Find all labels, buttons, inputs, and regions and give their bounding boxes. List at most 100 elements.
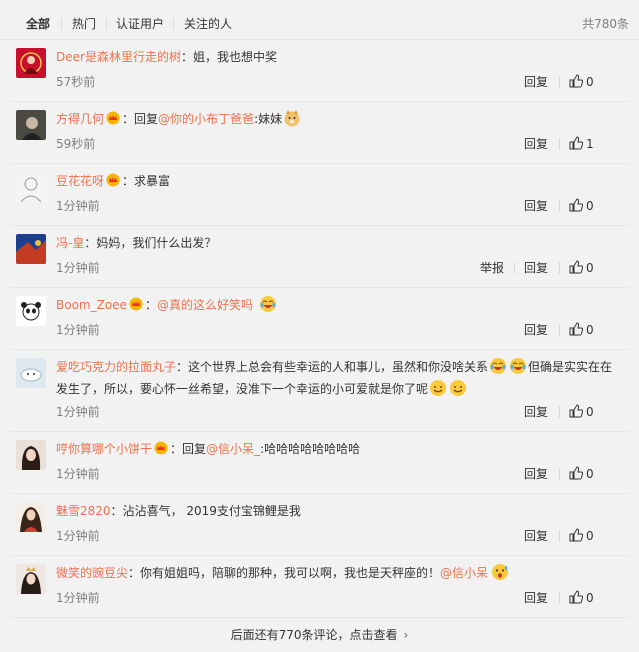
laugh-cry-emoji (259, 296, 276, 312)
cartoon-cloud-icon[interactable] (16, 358, 46, 388)
like-count: 0 (586, 199, 594, 213)
tab-hot[interactable]: 热门 (72, 16, 96, 32)
comment-item: 方得几何 ：回复@你的小布丁爸爸:妹妹 59秒前 回复 1 (0, 102, 639, 164)
reply-button[interactable]: 回复 (524, 466, 548, 482)
view-more-label: 后面还有770条评论，点击查看 (230, 628, 398, 642)
reply-button[interactable]: 回复 (524, 198, 548, 214)
thumbs-up-icon (569, 466, 583, 480)
comment-total-count: 共780条 (582, 17, 629, 31)
comment-time: 57秒前 (56, 75, 96, 89)
comment-item: 爱吃巧克力的拉面丸子：这个世界上总会有些幸运的人和事儿，虽然和你没啥关系 但确是实… (0, 350, 639, 432)
comment-text: 发生了，所以，要心怀一丝希望，没准下一个幸运的小可爱就是你了呢 (56, 382, 429, 396)
tab-divider (173, 18, 174, 30)
mention-link[interactable]: @信小呆 (440, 566, 488, 580)
like-count: 0 (586, 591, 594, 605)
laugh-cry-emoji (490, 358, 507, 374)
like-button[interactable]: 0 (569, 74, 594, 90)
comment-text: :哈哈哈哈哈哈哈哈 (260, 442, 361, 456)
like-button[interactable]: 0 (569, 404, 594, 420)
tab-divider (61, 18, 62, 30)
like-button[interactable]: 0 (569, 322, 594, 338)
comment-time: 1分钟前 (56, 405, 100, 419)
reply-button[interactable]: 回复 (524, 136, 548, 152)
abstract-blue-icon[interactable] (16, 234, 46, 264)
comment-username[interactable]: 微笑的豌豆尖 (56, 566, 128, 580)
reply-button[interactable]: 回复 (524, 322, 548, 338)
vip-crown-icon (129, 297, 143, 311)
vip-crown-icon (106, 173, 120, 187)
comment-time: 1分钟前 (56, 261, 100, 275)
comment-username[interactable]: 爱吃巧克力的拉面丸子 (56, 360, 176, 374)
sketch-face-icon[interactable] (16, 172, 46, 202)
like-button[interactable]: 0 (569, 466, 594, 482)
like-button[interactable]: 0 (569, 260, 594, 276)
tab-following[interactable]: 关注的人 (184, 16, 232, 32)
thumbs-up-icon (569, 136, 583, 150)
reply-button[interactable]: 回复 (524, 74, 548, 90)
comment-time: 1分钟前 (56, 529, 100, 543)
comment-username[interactable]: 魅雪2820 (56, 504, 111, 518)
comment-text: 姐，我也想中奖 (192, 50, 277, 64)
thumbs-up-icon (569, 260, 583, 274)
girl-red-dress-icon[interactable] (16, 502, 46, 532)
comment-username[interactable]: 冯-皇 (56, 236, 84, 250)
like-count: 0 (586, 323, 594, 337)
comment-username[interactable]: Boom_Zoee (56, 298, 127, 312)
like-count: 0 (586, 261, 594, 275)
reply-button[interactable]: 回复 (524, 590, 548, 606)
comment-text: 沾沾喜气， 2019支付宝锦鲤是我 (122, 504, 301, 518)
like-button[interactable]: 0 (569, 198, 594, 214)
tab-verified-users[interactable]: 认证用户 (116, 16, 164, 32)
doge-emoji (284, 110, 300, 127)
thumbs-up-icon (569, 528, 583, 542)
comment-text: :妹妹 (254, 112, 283, 126)
woman-red-icon[interactable] (16, 48, 46, 78)
mention-link[interactable]: @你的小布丁爸爸 (158, 112, 254, 126)
report-button[interactable]: 举报 (480, 260, 504, 276)
comment-item: 冯-皇：妈妈，我们什么出发？ 1分钟前 举报 回复 0 (0, 226, 639, 288)
chevron-right-icon: › (403, 628, 409, 642)
smile-emoji (450, 380, 467, 396)
thumbs-up-icon (569, 590, 583, 604)
like-button[interactable]: 0 (569, 528, 594, 544)
comment-username[interactable]: 哼你算哪个小饼干 (56, 442, 152, 456)
thumbs-up-icon (569, 404, 583, 418)
comment-text: 这个世界上总会有些幸运的人和事儿，虽然和你没啥关系 (188, 360, 489, 374)
reply-button[interactable]: 回复 (524, 404, 548, 420)
reply-button[interactable]: 回复 (524, 260, 548, 276)
like-count: 0 (586, 467, 594, 481)
tab-divider (106, 18, 107, 30)
comment-item: 微笑的豌豆尖：你有姐姐吗，陪聊的那种，我可以啊，我也是天秤座的！@信小呆 1分钟… (0, 556, 639, 618)
comment-username[interactable]: 豆花花呀 (56, 174, 104, 188)
comment-username[interactable]: 方得几何 (56, 112, 104, 126)
comment-username[interactable]: Deer是森林里行走的树 (56, 50, 181, 64)
vip-crown-icon (106, 111, 120, 125)
surprised-emoji (492, 564, 509, 580)
comment-text: 但确是实实在在 (528, 360, 613, 374)
like-count: 0 (586, 75, 594, 89)
mention-link[interactable]: @真的这么好笑吗 (157, 298, 253, 312)
comment-text: 妈妈，我们什么出发？ (96, 236, 217, 250)
girl-portrait-icon[interactable] (16, 440, 46, 470)
comment-item: Deer是森林里行走的树：姐，我也想中奖 57秒前 回复 0 (0, 40, 639, 102)
smile-emoji (430, 380, 447, 396)
mention-link[interactable]: @信小呆_ (206, 442, 260, 456)
like-count: 0 (586, 529, 594, 543)
comment-panel: 全部 热门 认证用户 关注的人 共780条 Deer是森林里行走的树：姐，我也想… (0, 0, 639, 652)
comment-time: 1分钟前 (56, 199, 100, 213)
tab-all[interactable]: 全部 (26, 16, 50, 32)
view-more-comments-link[interactable]: 后面还有770条评论，点击查看 › (0, 622, 639, 648)
laugh-cry-emoji (510, 358, 527, 374)
thumbs-up-icon (569, 322, 583, 336)
reply-button[interactable]: 回复 (524, 528, 548, 544)
comment-item: 豆花花呀 ：求暴富 1分钟前 回复 0 (0, 164, 639, 226)
like-button[interactable]: 0 (569, 590, 594, 606)
like-count: 0 (586, 405, 594, 419)
dark-portrait-icon[interactable] (16, 110, 46, 140)
vip-crown-icon (154, 441, 168, 455)
comment-time: 1分钟前 (56, 591, 100, 605)
like-button[interactable]: 1 (569, 136, 594, 152)
panda-icon[interactable] (16, 296, 46, 326)
comment-time: 59秒前 (56, 137, 96, 151)
woman-crown-icon[interactable] (16, 564, 46, 594)
